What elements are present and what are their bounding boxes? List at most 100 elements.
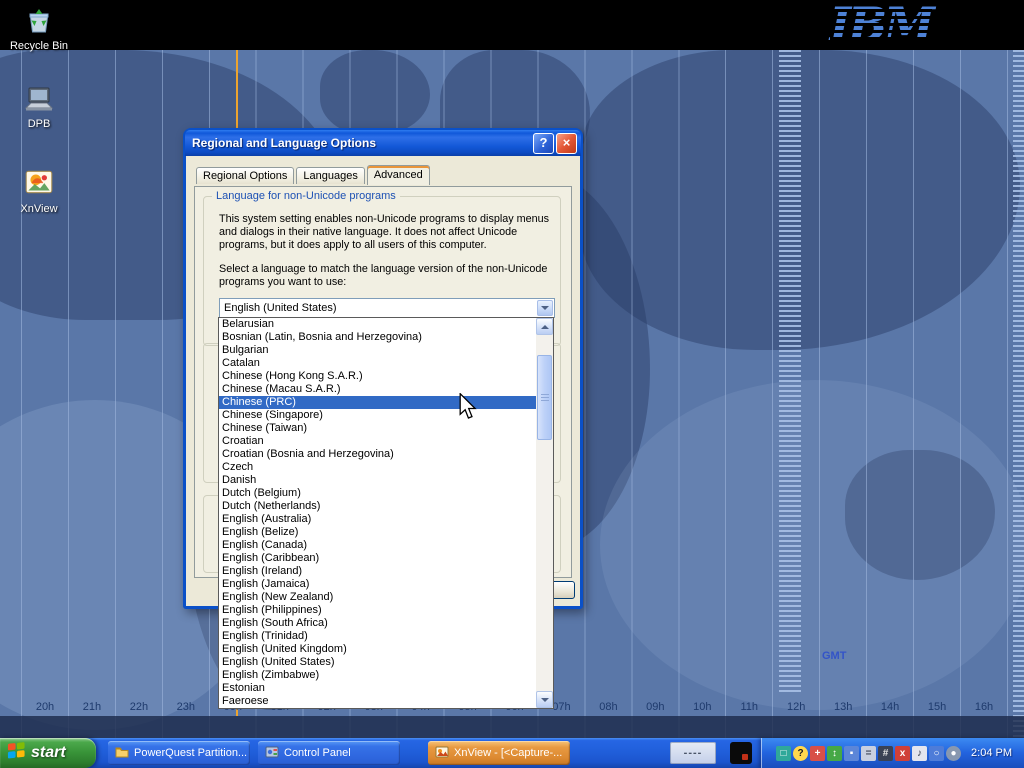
error-tray-icon[interactable]: x: [895, 746, 910, 761]
language-option[interactable]: Catalan: [219, 357, 536, 370]
tab-regional-options[interactable]: Regional Options: [196, 167, 294, 184]
language-option[interactable]: English (Jamaica): [219, 578, 536, 591]
taskbar-mini-task[interactable]: ----: [670, 742, 716, 764]
combo-dropdown-icon[interactable]: [537, 300, 553, 316]
messenger-tray-icon[interactable]: ○: [929, 746, 944, 761]
desktop-icon-xnview[interactable]: XnView: [0, 166, 78, 215]
start-button[interactable]: start: [0, 738, 96, 768]
device-tray-icon[interactable]: =: [861, 746, 876, 761]
dateline-hatch-band: [779, 50, 801, 695]
language-option[interactable]: English (South Africa): [219, 617, 536, 630]
taskbar-button-label: PowerQuest Partition...: [134, 747, 247, 759]
help-button[interactable]: ?: [533, 133, 554, 154]
close-button[interactable]: ×: [556, 133, 577, 154]
scroll-up-icon[interactable]: [536, 318, 553, 335]
status-tray-icon[interactable]: ●: [946, 746, 961, 761]
taskbar-button-powerquest[interactable]: PowerQuest Partition...: [108, 741, 250, 765]
language-option[interactable]: English (Australia): [219, 513, 536, 526]
language-option[interactable]: Belarusian: [219, 318, 536, 331]
timezone-label: 12h: [787, 701, 805, 713]
language-option[interactable]: Chinese (Taiwan): [219, 422, 536, 435]
language-option[interactable]: English (United Kingdom): [219, 643, 536, 656]
dialog-title: Regional and Language Options: [192, 136, 531, 150]
security-tray-icon[interactable]: +: [810, 746, 825, 761]
language-option[interactable]: English (Philippines): [219, 604, 536, 617]
language-dropdown-list: BelarusianBosnian (Latin, Bosnia and Her…: [218, 317, 554, 709]
recycle-bin-icon: [0, 5, 78, 38]
language-combobox-value: English (United States): [224, 302, 337, 314]
language-option[interactable]: Croatian (Bosnia and Herzegovina): [219, 448, 536, 461]
scroll-down-icon[interactable]: [536, 691, 553, 708]
gmt-label: GMT: [822, 650, 846, 662]
desktop-icon-label: Recycle Bin: [10, 40, 68, 52]
sync-tray-icon[interactable]: ↕: [827, 746, 842, 761]
language-option[interactable]: Chinese (Macau S.A.R.): [219, 383, 536, 396]
language-option[interactable]: English (Ireland): [219, 565, 536, 578]
volume-tray-icon[interactable]: ♪: [912, 746, 927, 761]
mouse-cursor: [459, 393, 477, 425]
edge-hatch-band: [1013, 50, 1024, 738]
description-text: This system setting enables non-Unicode …: [219, 213, 549, 226]
system-tray: □?+↕▪=#x♪○● 2:04 PM: [761, 738, 1024, 768]
tab-languages[interactable]: Languages: [296, 167, 364, 184]
help-tray-icon[interactable]: ?: [793, 746, 808, 761]
language-combobox[interactable]: English (United States): [219, 298, 555, 318]
taskbar-button-label: Control Panel: [284, 747, 351, 759]
language-option[interactable]: Bosnian (Latin, Bosnia and Herzegovina): [219, 331, 536, 344]
dialog-titlebar[interactable]: Regional and Language Options ? ×: [185, 130, 581, 156]
language-option[interactable]: English (Belize): [219, 526, 536, 539]
language-option[interactable]: Danish: [219, 474, 536, 487]
language-option[interactable]: Czech: [219, 461, 536, 474]
desktop-icon-recycle-bin[interactable]: Recycle Bin: [0, 5, 78, 52]
language-option[interactable]: Faeroese: [219, 695, 536, 708]
timezone-label: 21h: [83, 701, 101, 713]
language-option[interactable]: Chinese (Hong Kong S.A.R.): [219, 370, 536, 383]
language-option[interactable]: Croatian: [219, 435, 536, 448]
language-list-items: BelarusianBosnian (Latin, Bosnia and Her…: [219, 318, 536, 708]
taskbar-clock[interactable]: 2:04 PM: [971, 747, 1016, 759]
scrollbar-thumb[interactable]: [537, 355, 552, 440]
list-scrollbar[interactable]: [536, 318, 553, 708]
timezone-label: 15h: [928, 701, 946, 713]
description-text: programs, but it does apply to all users…: [219, 239, 487, 252]
language-option[interactable]: English (United States): [219, 656, 536, 669]
language-option[interactable]: Dutch (Belgium): [219, 487, 536, 500]
remote-display-tray-icon[interactable]: □: [776, 746, 791, 761]
timezone-label: 16h: [975, 701, 993, 713]
timezone-label: 08h: [599, 701, 617, 713]
grid-tray-icon[interactable]: #: [878, 746, 893, 761]
taskbar-app-icon[interactable]: [730, 742, 752, 764]
language-option[interactable]: English (Caribbean): [219, 552, 536, 565]
description-text: and dialogs in their native language. It…: [219, 226, 517, 239]
language-option[interactable]: Estonian: [219, 682, 536, 695]
select-language-text: programs you want to use:: [219, 276, 346, 289]
start-button-label: start: [31, 744, 66, 762]
timezone-label: 13h: [834, 701, 852, 713]
timezone-label: 11h: [740, 701, 758, 713]
language-option[interactable]: English (Canada): [219, 539, 536, 552]
xnview-task-icon: [435, 746, 449, 761]
folder-icon: [115, 746, 129, 761]
network-tray-icon[interactable]: ▪: [844, 746, 859, 761]
language-option[interactable]: Chinese (PRC): [219, 396, 536, 409]
language-option[interactable]: Dutch (Netherlands): [219, 500, 536, 513]
timezone-label: 14h: [881, 701, 899, 713]
language-option[interactable]: English (New Zealand): [219, 591, 536, 604]
desktop-icon-dpb[interactable]: DPB: [0, 86, 78, 130]
windows-flag-icon: [7, 741, 26, 765]
control-panel-icon: [265, 746, 279, 761]
language-option[interactable]: Chinese (Singapore): [219, 409, 536, 422]
language-option[interactable]: English (Trinidad): [219, 630, 536, 643]
language-option[interactable]: English (Zimbabwe): [219, 669, 536, 682]
timezone-label: 23h: [177, 701, 195, 713]
group-box-caption: Language for non-Unicode programs: [212, 190, 400, 202]
timezone-label: 20h: [36, 701, 54, 713]
taskbar-button-control-panel[interactable]: Control Panel: [258, 741, 400, 765]
taskbar-button-xnview[interactable]: XnView - [<Capture-...: [428, 741, 570, 765]
dialog-tab-strip: Regional Options Languages Advanced: [196, 165, 432, 184]
laptop-icon: [0, 86, 78, 116]
tab-advanced[interactable]: Advanced: [367, 165, 430, 185]
desktop-icon-label: XnView: [20, 203, 57, 215]
language-option[interactable]: Bulgarian: [219, 344, 536, 357]
timezone-label: 22h: [130, 701, 148, 713]
